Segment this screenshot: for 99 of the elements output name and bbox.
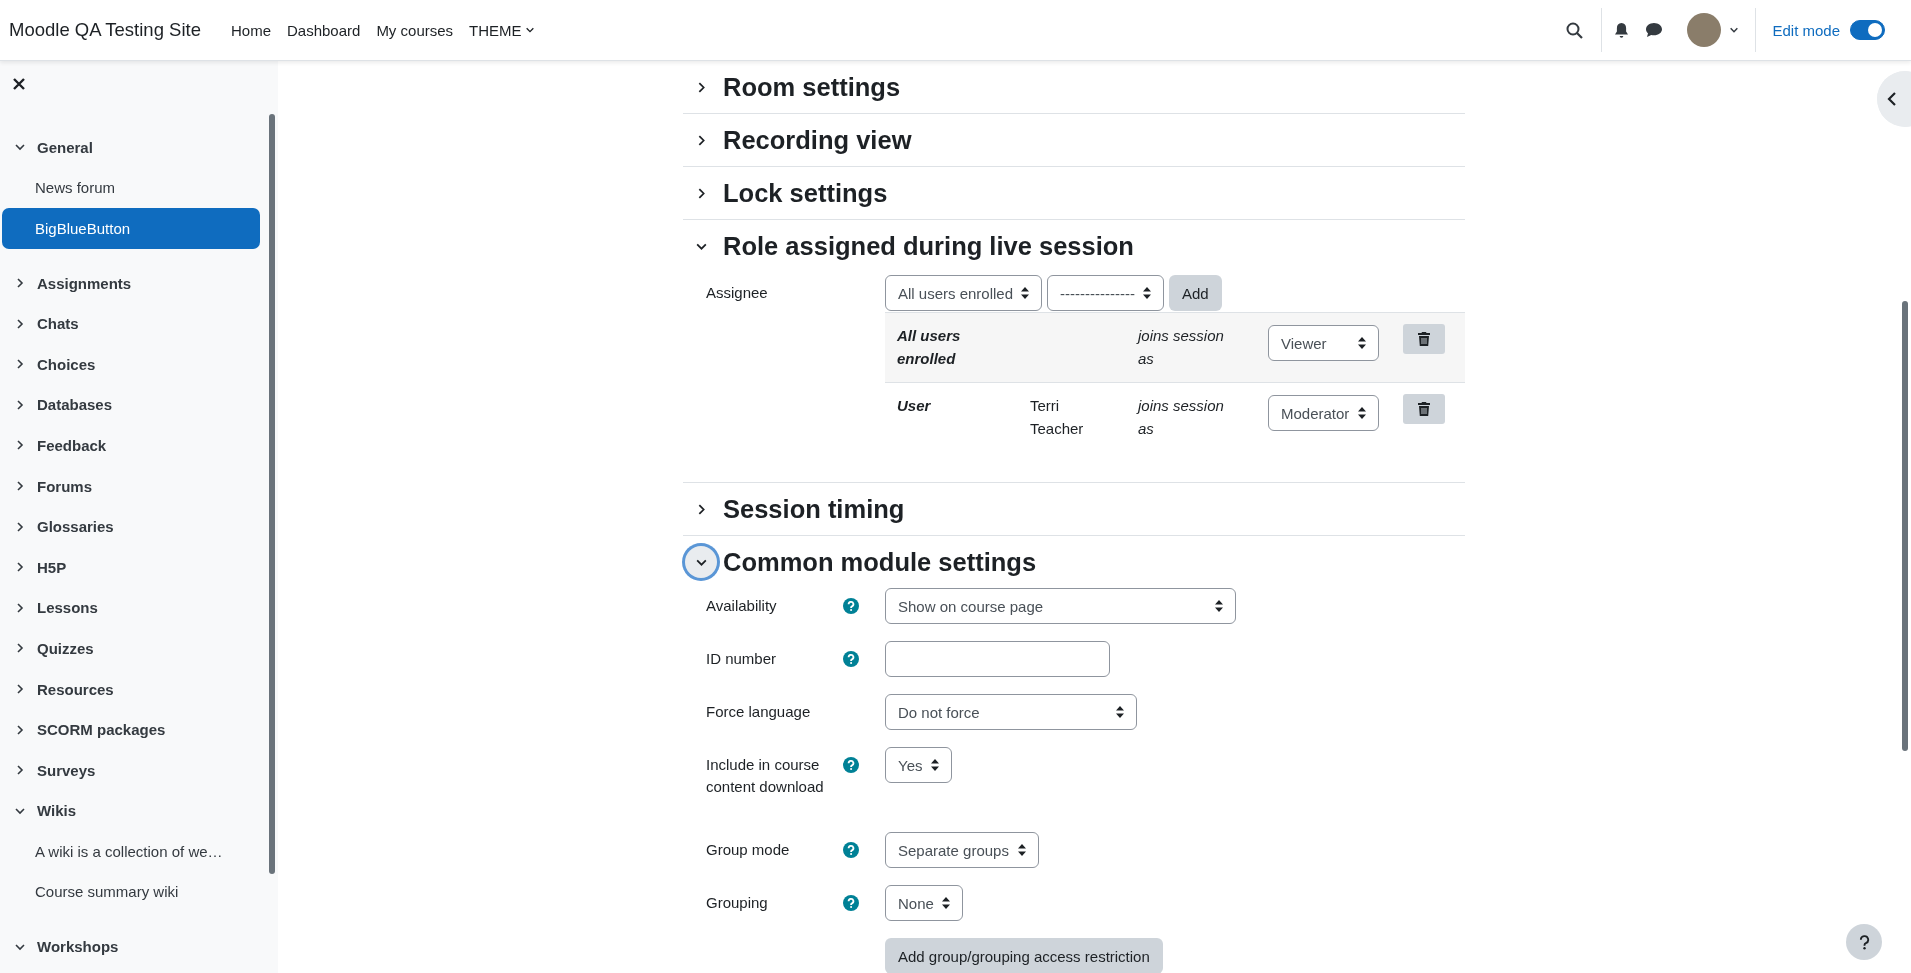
- scrollbar-thumb[interactable]: [269, 114, 275, 874]
- role-select[interactable]: Viewer: [1268, 325, 1379, 361]
- chevron-right-icon: [14, 480, 26, 493]
- delete-button[interactable]: [1403, 324, 1445, 354]
- participant-type: All users enrolled: [896, 326, 962, 369]
- field-label: Include in course content download: [705, 755, 825, 797]
- assignee-type-select[interactable]: All users enrolled: [885, 275, 1043, 311]
- select-arrows-icon: [1358, 407, 1366, 419]
- section-heading[interactable]: Lock settings: [723, 178, 888, 208]
- section-heading[interactable]: Room settings: [723, 72, 901, 102]
- section-item[interactable]: Glossaries: [2, 506, 260, 547]
- chevron-right-icon: [14, 317, 26, 330]
- scrollbar-thumb[interactable]: [1902, 301, 1908, 751]
- section-item[interactable]: Databases: [2, 384, 260, 426]
- dropdown-select[interactable]: Yes: [885, 747, 952, 783]
- activity-item[interactable]: News forum: [2, 167, 260, 209]
- help-icon[interactable]: [843, 842, 859, 858]
- select-arrows-icon: [1116, 706, 1124, 718]
- restriction-button[interactable]: Add group/grouping access restriction: [885, 938, 1163, 973]
- delete-button[interactable]: [1403, 394, 1445, 424]
- chevron-right-icon: [14, 683, 26, 695]
- select-arrows-icon: [1018, 844, 1026, 856]
- chevron-right-icon: [14, 277, 26, 290]
- chevron-right-icon: [14, 764, 26, 777]
- section-item[interactable]: Resources: [2, 668, 260, 710]
- dropdown-select[interactable]: Do not force: [885, 694, 1137, 730]
- role-select[interactable]: Moderator: [1268, 395, 1379, 431]
- field-label: Force language: [705, 702, 812, 722]
- input-field[interactable]: [885, 641, 1110, 677]
- trash-icon: [1418, 332, 1430, 346]
- help-icon[interactable]: [843, 895, 859, 911]
- nav-link[interactable]: My courses: [376, 21, 454, 39]
- section-item[interactable]: Assignments: [2, 262, 260, 304]
- section-item[interactable]: Feedback: [2, 425, 260, 466]
- section-item[interactable]: H5P: [2, 546, 260, 588]
- select-arrows-icon: [1021, 287, 1030, 299]
- trash-icon: [1418, 402, 1430, 416]
- section-heading[interactable]: Role assigned during live session: [723, 231, 1134, 261]
- chevron-right-icon: [14, 439, 26, 452]
- chevron-right-icon: [14, 398, 26, 411]
- dropdown-select[interactable]: Show on course page: [885, 588, 1236, 624]
- activity-item[interactable]: BigBlueButton: [2, 208, 260, 249]
- chevron-right-icon: [14, 520, 26, 533]
- chevron-right-icon: [14, 358, 26, 371]
- field-label: Assignee: [705, 283, 769, 303]
- chat-icon[interactable]: [1645, 22, 1664, 38]
- chevron-right-icon: [14, 642, 26, 655]
- select-arrows-icon: [931, 759, 939, 771]
- dropdown-select[interactable]: None: [885, 885, 963, 921]
- participant-type: User: [896, 396, 932, 416]
- participant-name: Terri Teacher: [1030, 397, 1084, 437]
- nav-link[interactable]: Dashboard: [287, 21, 361, 39]
- caret-icon[interactable]: [1729, 25, 1740, 35]
- avatar[interactable]: [1687, 13, 1722, 47]
- add-button[interactable]: Add: [1169, 275, 1222, 311]
- search-icon[interactable]: [1566, 21, 1584, 39]
- select-arrows-icon: [1358, 337, 1366, 349]
- bell-icon[interactable]: [1614, 21, 1630, 39]
- edit-mode-label: Edit mode: [1772, 21, 1840, 39]
- section-heading[interactable]: Recording view: [723, 125, 912, 155]
- section-heading[interactable]: Session timing: [723, 494, 905, 524]
- help-icon[interactable]: [843, 651, 859, 667]
- section-item[interactable]: Wikis: [2, 790, 260, 832]
- help-icon[interactable]: [843, 598, 859, 614]
- dropdown-select[interactable]: Separate groups: [885, 832, 1039, 868]
- close-icon[interactable]: [12, 77, 26, 91]
- section-item[interactable]: SCORM packages: [2, 709, 260, 750]
- section-item[interactable]: Quizzes: [2, 628, 260, 669]
- activity-item[interactable]: Course summary wiki: [2, 871, 260, 913]
- section-item[interactable]: General: [2, 127, 260, 168]
- field-label: Availability: [705, 596, 778, 616]
- collapse-toggle[interactable]: [685, 546, 717, 578]
- help-icon[interactable]: [843, 757, 859, 773]
- site-name[interactable]: Moodle QA Testing Site: [9, 19, 201, 41]
- user-select[interactable]: ---------------: [1047, 275, 1164, 311]
- edit-mode-toggle[interactable]: [1850, 20, 1885, 40]
- help-button[interactable]: [1846, 924, 1882, 960]
- question-mark-icon: [1858, 934, 1870, 950]
- section-item[interactable]: Workshops: [2, 926, 260, 967]
- section-item[interactable]: Lessons: [2, 587, 260, 629]
- section-item[interactable]: Forums: [2, 465, 260, 507]
- select-arrows-icon: [1143, 287, 1151, 299]
- joins-label: joins session as: [1138, 396, 1225, 439]
- section-item[interactable]: Surveys: [2, 749, 260, 791]
- chevron-right-icon: [14, 601, 26, 614]
- field-label: ID number: [705, 649, 778, 669]
- section-item[interactable]: Choices: [2, 343, 260, 385]
- section-heading[interactable]: Common module settings: [723, 547, 1037, 577]
- select-arrows-icon: [942, 897, 950, 909]
- activity-item[interactable]: A wiki is a collection of we…: [2, 831, 260, 872]
- section-item[interactable]: Chats: [2, 303, 260, 344]
- nav-link[interactable]: Home: [230, 21, 271, 39]
- chevron-right-icon: [14, 723, 26, 736]
- nav-dropdown[interactable]: THEME: [469, 21, 535, 39]
- joins-label: joins session as: [1138, 326, 1225, 369]
- select-arrows-icon: [1215, 600, 1223, 612]
- chevron-right-icon: [14, 561, 26, 574]
- field-label: Grouping: [705, 893, 769, 913]
- field-label: Group mode: [705, 840, 791, 860]
